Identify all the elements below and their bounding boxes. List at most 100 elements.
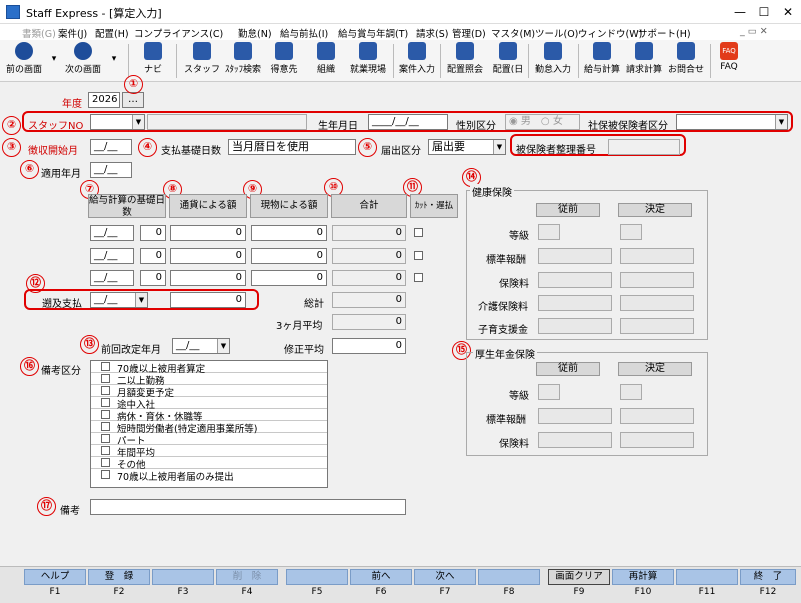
attendance-input-button[interactable]: 勤怠入力 [532,42,574,80]
row2-cut-checkbox[interactable] [414,251,423,260]
list-item[interactable]: 70歳以上被用者算定 [91,361,327,375]
retro-amount-input[interactable]: 0 [170,292,246,308]
next-screen-button[interactable]: 次の画面 [62,42,104,80]
list-item[interactable]: その他 [91,457,327,471]
row1-days-input[interactable]: 0 [140,225,166,241]
menu-item[interactable]: コンプライアンス(C) [134,26,223,40]
row3-currency-input[interactable]: 0 [170,270,246,286]
menu-item[interactable]: 案件(J) [58,26,87,40]
staff-search-button[interactable]: ｽﾀｯﾌ検索 [222,42,264,80]
list-item[interactable]: 短時間労働者(特定適用事業所等) [91,421,327,435]
remarks-checkbox[interactable] [101,470,110,479]
remarks-kind-list[interactable]: 70歳以上被用者算定 二以上勤務 月額変更予定 途中入社 病休・育休・休職等 短… [90,360,328,488]
remarks-checkbox[interactable] [101,398,110,407]
list-item[interactable]: 年間平均 [91,445,327,459]
gender-radio-group[interactable]: ◉ 男 ○ 女 [505,114,580,130]
report-select[interactable]: 届出要 ▼ [428,139,506,155]
row3-days-input[interactable]: 0 [140,270,166,286]
client-button[interactable]: 得意先 [268,42,300,80]
collect-start-input[interactable]: __/__ [90,139,132,155]
navi-button[interactable]: ナビ [138,42,168,80]
insured-type-select[interactable]: ▼ [676,114,788,130]
menu-item[interactable]: マスタ(M) [491,26,535,40]
dropdown-arrow-icon[interactable]: ▼ [135,293,147,307]
menu-item[interactable]: 請求(S) [416,26,448,40]
maximize-button[interactable]: ☐ [754,3,774,21]
dropdown-arrow-icon[interactable]: ▼ [493,140,505,154]
dropdown-arrow-icon[interactable]: ▼ [217,339,229,353]
row1-month-input[interactable]: __/__ [90,225,134,241]
remarks-checkbox[interactable] [101,458,110,467]
remarks-checkbox[interactable] [101,410,110,419]
assign-inquiry-button[interactable]: 配置照会 [444,42,486,80]
menu-item[interactable]: ウィンドウ(W) [578,26,642,40]
minimize-button[interactable]: — [730,3,750,21]
remarks-checkbox[interactable] [101,374,110,383]
f1-help-button[interactable]: ヘルプ [24,569,86,585]
case-input-button[interactable]: 案件入力 [396,42,438,80]
prev-revise-input[interactable]: __/__ ▼ [172,338,230,354]
staff-no-input[interactable]: ▼ [90,114,145,130]
list-item[interactable]: パート [91,433,327,447]
menu-item[interactable]: サポート(H) [638,26,691,40]
row2-days-input[interactable]: 0 [140,248,166,264]
f9-clear-button[interactable]: 画面クリア [548,569,610,585]
list-item[interactable]: 月額変更予定 [91,385,327,399]
row2-currency-input[interactable]: 0 [170,248,246,264]
f8-button[interactable] [478,569,540,585]
remarks-checkbox[interactable] [101,362,110,371]
row1-currency-input[interactable]: 0 [170,225,246,241]
staff-button[interactable]: スタッフ [184,42,220,80]
birth-date-input[interactable]: ____/__/__ [368,114,448,130]
close-button[interactable]: ✕ [778,3,798,21]
next-dropdown-icon[interactable]: ▾ [108,54,120,92]
remarks-input[interactable] [90,499,406,515]
year-input[interactable]: 2026 [88,92,120,108]
pay-basis-select[interactable]: 当月暦日を使用 [228,139,356,155]
f12-exit-button[interactable]: 終 了 [740,569,796,585]
fix-avg-input[interactable]: 0 [332,338,406,354]
row1-goods-input[interactable]: 0 [251,225,327,241]
menu-item[interactable]: 書類(G) [22,26,56,40]
menu-item[interactable]: 管理(D) [452,26,486,40]
f11-button[interactable] [676,569,738,585]
menu-item[interactable]: 勤怠(N) [238,26,272,40]
pay-calc-button[interactable]: 給与計算 [582,42,622,80]
list-item[interactable]: 病休・育休・休職等 [91,409,327,423]
remarks-checkbox[interactable] [101,386,110,395]
apply-ym-input[interactable]: __/__ [90,162,132,178]
menu-item[interactable]: 配置(H) [95,26,129,40]
f7-next-button[interactable]: 次へ [414,569,476,585]
row3-month-input[interactable]: __/__ [90,270,134,286]
retro-month-input[interactable]: __/__ ▼ [90,292,148,308]
row2-goods-input[interactable]: 0 [251,248,327,264]
year-browse-button[interactable]: … [122,92,144,108]
dropdown-arrow-icon[interactable]: ▼ [775,115,787,129]
dropdown-arrow-icon[interactable]: ▼ [132,115,144,129]
gender-female-radio[interactable]: 女 [553,116,563,127]
remarks-checkbox[interactable] [101,434,110,443]
mdi-controls[interactable]: _ ▭ ✕ [740,26,768,37]
menu-item[interactable]: 給与前払(I) [280,26,328,40]
contact-button[interactable]: お問合せ [666,42,706,80]
remarks-checkbox[interactable] [101,422,110,431]
remarks-checkbox[interactable] [101,446,110,455]
assign-day-button[interactable]: 配置(日 [490,42,526,80]
list-item[interactable]: 70歳以上被用者届のみ提出 [91,469,327,483]
f2-register-button[interactable]: 登 録 [88,569,150,585]
bill-calc-button[interactable]: 請求計算 [624,42,664,80]
list-item[interactable]: 二以上勤務 [91,373,327,387]
f3-button[interactable] [152,569,214,585]
faq-button[interactable]: FAQ FAQ [714,42,744,80]
row3-goods-input[interactable]: 0 [251,270,327,286]
organization-button[interactable]: 組織 [310,42,342,80]
menu-item[interactable]: ツール(O) [535,26,578,40]
workplace-button[interactable]: 就業現場 [346,42,390,80]
row1-cut-checkbox[interactable] [414,228,423,237]
f5-button[interactable] [286,569,348,585]
gender-male-radio[interactable]: 男 [521,116,531,127]
f10-recalc-button[interactable]: 再計算 [612,569,674,585]
row3-cut-checkbox[interactable] [414,273,423,282]
row2-month-input[interactable]: __/__ [90,248,134,264]
list-item[interactable]: 途中入社 [91,397,327,411]
